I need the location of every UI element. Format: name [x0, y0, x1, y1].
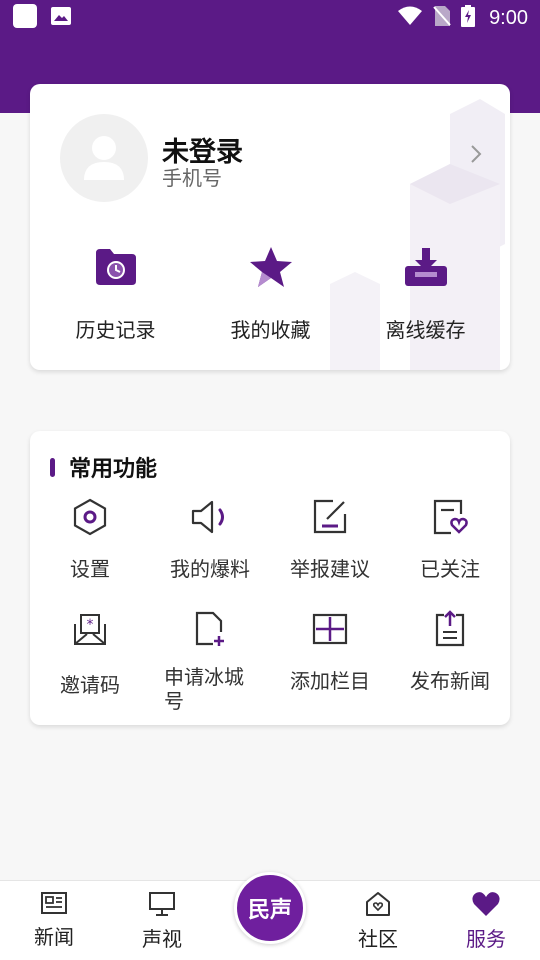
phone-number-label: 手机号 [162, 166, 222, 190]
center-minsheng-button[interactable]: 民声 [234, 872, 306, 944]
function-label: 申请冰城号 [164, 665, 244, 713]
quick-actions: 历史记录 我的收藏 离线缓存 [30, 244, 510, 343]
quick-action-label: 离线缓存 [385, 318, 466, 342]
function-label: 已关注 [420, 557, 480, 581]
community-home-icon [366, 892, 390, 916]
quick-action-label: 我的收藏 [230, 318, 311, 342]
download-icon [403, 244, 449, 290]
profile-card: 未登录 手机号 历史记录 我的收藏 离线缓存 [30, 84, 510, 370]
nav-item-services[interactable]: 服务 [432, 881, 540, 960]
battery-icon [461, 5, 476, 31]
publish-icon [430, 609, 470, 649]
section-header: 常用功能 [50, 451, 157, 483]
star-icon [248, 244, 294, 290]
settings-icon [70, 497, 110, 537]
nav-label: 服务 [466, 927, 506, 951]
image-notification-icon [50, 5, 72, 31]
function-apply-bingcheng[interactable]: 申请冰城号 [150, 609, 270, 729]
app-notification-icon [12, 3, 38, 33]
monitor-icon [149, 892, 175, 916]
nav-item-audio-video[interactable]: 声视 [108, 881, 216, 960]
avatar[interactable] [60, 114, 148, 202]
status-time: 9:00 [489, 6, 528, 29]
wifi-icon [397, 6, 423, 30]
function-label: 设置 [70, 557, 110, 581]
function-my-reports[interactable]: 我的爆料 [150, 497, 270, 609]
invite-envelope-icon: * [70, 609, 110, 649]
nav-item-news[interactable]: 新闻 [0, 881, 108, 960]
common-functions-card: 常用功能 设置 我的爆料 举报建议 已关注 * 邀请码 申请冰城号 添加栏目 发… [30, 431, 510, 725]
function-settings[interactable]: 设置 [30, 497, 150, 609]
svg-text:*: * [87, 617, 94, 633]
function-invite-code[interactable]: * 邀请码 [30, 609, 150, 729]
function-label: 举报建议 [290, 557, 370, 581]
quick-action-history[interactable]: 历史记录 [38, 244, 193, 343]
function-report-suggestion[interactable]: 举报建议 [270, 497, 390, 609]
apply-doc-icon [190, 609, 230, 649]
speaker-icon [190, 497, 230, 537]
function-label: 我的爆料 [170, 557, 250, 581]
nav-label: 声视 [142, 927, 182, 951]
edit-icon [310, 497, 350, 537]
function-add-column[interactable]: 添加栏目 [270, 609, 390, 729]
add-column-icon [310, 609, 350, 649]
news-icon [41, 892, 67, 914]
quick-action-label: 历史记录 [75, 318, 156, 342]
no-sim-icon [433, 5, 451, 31]
nav-label: 社区 [358, 927, 398, 951]
function-label: 添加栏目 [290, 669, 370, 693]
nav-label: 新闻 [34, 925, 74, 949]
function-following[interactable]: 已关注 [390, 497, 510, 609]
section-accent-bar [50, 457, 55, 477]
user-placeholder-icon [84, 136, 124, 180]
quick-action-favorites[interactable]: 我的收藏 [193, 244, 348, 343]
nav-item-community[interactable]: 社区 [324, 881, 432, 960]
profile-chevron-right-icon[interactable] [456, 134, 496, 174]
function-publish-news[interactable]: 发布新闻 [390, 609, 510, 729]
status-bar: 9:00 [0, 0, 540, 36]
heart-icon [472, 892, 500, 916]
quick-action-offline-cache[interactable]: 离线缓存 [348, 244, 503, 343]
history-folder-icon [93, 244, 139, 290]
function-grid: 设置 我的爆料 举报建议 已关注 * 邀请码 申请冰城号 添加栏目 发布新闻 [30, 497, 510, 729]
section-title: 常用功能 [69, 457, 158, 482]
function-label: 邀请码 [60, 673, 120, 697]
function-label: 发布新闻 [410, 669, 490, 693]
follow-doc-icon [430, 497, 470, 537]
